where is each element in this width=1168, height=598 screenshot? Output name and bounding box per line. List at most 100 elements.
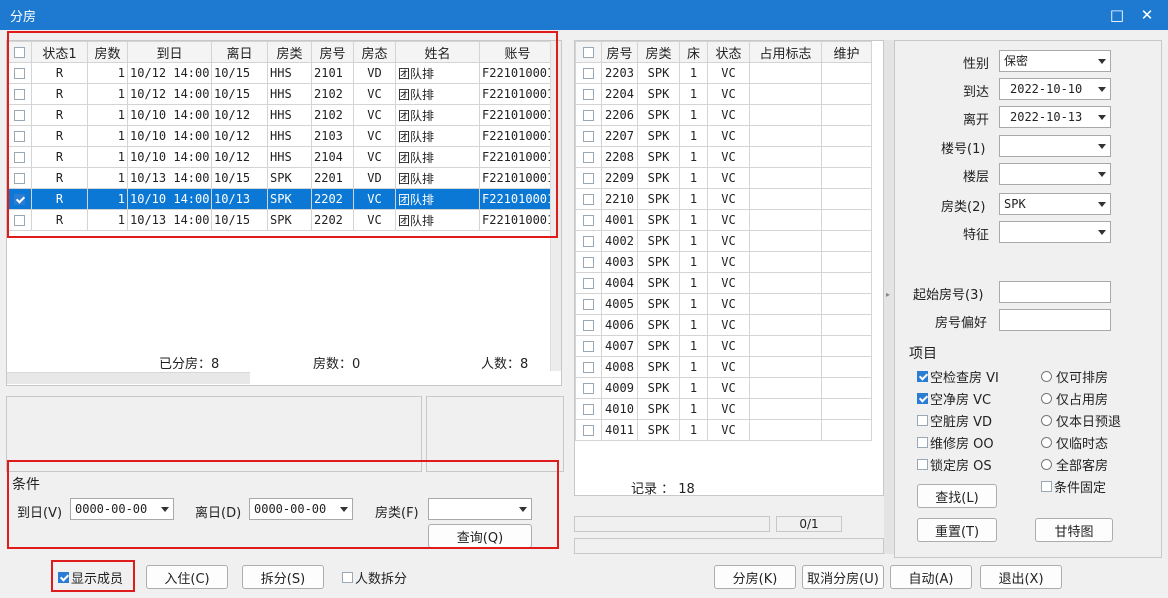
cond-rtype-select[interactable] bbox=[428, 498, 532, 520]
filter-rtype-select[interactable]: SPK bbox=[999, 193, 1111, 215]
room-checkbox[interactable] bbox=[583, 383, 594, 394]
room-state-checkbox[interactable]: 空净房 VC bbox=[917, 389, 991, 408]
col-header-6[interactable]: 房号 bbox=[311, 41, 354, 63]
room-checkbox[interactable] bbox=[583, 131, 594, 142]
room-checkbox[interactable] bbox=[583, 215, 594, 226]
reservation-hscroll[interactable] bbox=[7, 372, 250, 384]
row-checkbox-cell[interactable] bbox=[7, 62, 32, 84]
reset-button[interactable]: 重置(T) bbox=[917, 518, 997, 542]
row-checkbox[interactable] bbox=[14, 131, 25, 142]
select-all-checkbox[interactable] bbox=[14, 46, 25, 58]
room-row[interactable]: 4009 SPK 1 VC bbox=[575, 377, 872, 399]
room-scope-radio[interactable]: 仅本日预退 bbox=[1041, 411, 1121, 430]
cond-depart-date[interactable]: 0000-00-00 bbox=[249, 498, 353, 520]
room-scope-radio[interactable]: 仅可排房 bbox=[1041, 367, 1108, 386]
fixed-condition-checkbox[interactable]: 条件固定 bbox=[1041, 477, 1106, 496]
room-col-header-5[interactable]: 占用标志 bbox=[749, 41, 822, 63]
room-checkbox-cell[interactable] bbox=[575, 209, 602, 231]
room-checkbox-cell[interactable] bbox=[575, 62, 602, 84]
row-checkbox-cell[interactable] bbox=[7, 209, 32, 231]
room-row[interactable]: 4007 SPK 1 VC bbox=[575, 335, 872, 357]
room-col-header-4[interactable]: 状态 bbox=[707, 41, 750, 63]
room-checkbox-cell[interactable] bbox=[575, 188, 602, 210]
depart-date[interactable]: 2022-10-13 bbox=[999, 106, 1111, 128]
room-row[interactable]: 2210 SPK 1 VC bbox=[575, 188, 872, 210]
feature-select[interactable] bbox=[999, 221, 1111, 243]
room-checkbox-cell[interactable] bbox=[575, 419, 602, 441]
room-row[interactable]: 2209 SPK 1 VC bbox=[575, 167, 872, 189]
room-checkbox-cell[interactable] bbox=[575, 251, 602, 273]
room-row[interactable]: 2207 SPK 1 VC bbox=[575, 125, 872, 147]
room-row[interactable]: 2203 SPK 1 VC bbox=[575, 62, 872, 84]
table-row[interactable]: R 1 10/10 14:00 10/12 HHS 2104 VC 团队排 F221010001 bbox=[7, 146, 556, 168]
room-checkbox-cell[interactable] bbox=[575, 293, 602, 315]
row-checkbox[interactable] bbox=[14, 194, 25, 205]
row-checkbox-cell[interactable] bbox=[7, 146, 32, 168]
floor-select[interactable] bbox=[999, 163, 1111, 185]
row-checkbox[interactable] bbox=[14, 89, 25, 100]
room-checkbox[interactable] bbox=[583, 341, 594, 352]
room-checkbox[interactable] bbox=[583, 152, 594, 163]
room-checkbox-cell[interactable] bbox=[575, 335, 602, 357]
exit-button[interactable]: 退出(X) bbox=[980, 565, 1062, 589]
gender-select[interactable]: 保密 bbox=[999, 50, 1111, 72]
room-checkbox[interactable] bbox=[583, 194, 594, 205]
table-row[interactable]: R 1 10/10 14:00 10/13 SPK 2202 VC 团队排 F221010001 bbox=[7, 188, 556, 210]
room-col-header-1[interactable]: 房号 bbox=[601, 41, 638, 63]
table-row[interactable]: R 1 10/13 14:00 10/15 SPK 2201 VD 团队排 F221010001 bbox=[7, 167, 556, 189]
room-col-header-2[interactable]: 房类 bbox=[637, 41, 680, 63]
split-button[interactable]: 拆分(S) bbox=[242, 565, 324, 589]
room-checkbox-cell[interactable] bbox=[575, 356, 602, 378]
room-row[interactable]: 2206 SPK 1 VC bbox=[575, 104, 872, 126]
row-checkbox[interactable] bbox=[14, 173, 25, 184]
room-row[interactable]: 4004 SPK 1 VC bbox=[575, 272, 872, 294]
table-row[interactable]: R 1 10/13 14:00 10/15 SPK 2202 VC 团队排 F221010001 bbox=[7, 209, 556, 231]
row-checkbox[interactable] bbox=[14, 68, 25, 79]
arrive-date[interactable]: 2022-10-10 bbox=[999, 78, 1111, 100]
building-select[interactable] bbox=[999, 135, 1111, 157]
checkin-button[interactable]: 入住(C) bbox=[146, 565, 228, 589]
row-checkbox[interactable] bbox=[14, 152, 25, 163]
room-row[interactable]: 2204 SPK 1 VC bbox=[575, 83, 872, 105]
people-split-checkbox[interactable]: 人数拆分 bbox=[342, 568, 407, 587]
room-row[interactable]: 4003 SPK 1 VC bbox=[575, 251, 872, 273]
room-checkbox[interactable] bbox=[583, 299, 594, 310]
room-checkbox[interactable] bbox=[583, 425, 594, 436]
col-header-2[interactable]: 房数 bbox=[87, 41, 128, 63]
room-scope-radio[interactable]: 全部客房 bbox=[1041, 455, 1108, 474]
auto-button[interactable]: 自动(A) bbox=[890, 565, 972, 589]
room-state-checkbox[interactable]: 空脏房 VD bbox=[917, 411, 992, 430]
reservation-vscroll[interactable] bbox=[550, 41, 561, 371]
room-checkbox[interactable] bbox=[583, 68, 594, 79]
room-row[interactable]: 2208 SPK 1 VC bbox=[575, 146, 872, 168]
room-checkbox[interactable] bbox=[583, 236, 594, 247]
panel-splitter[interactable] bbox=[884, 40, 894, 554]
room-checkbox[interactable] bbox=[583, 257, 594, 268]
room-row[interactable]: 4008 SPK 1 VC bbox=[575, 356, 872, 378]
col-header-7[interactable]: 房态 bbox=[353, 41, 396, 63]
room-checkbox[interactable] bbox=[583, 89, 594, 100]
room-checkbox-cell[interactable] bbox=[575, 167, 602, 189]
gantt-button[interactable]: 甘特图 bbox=[1035, 518, 1113, 542]
room-checkbox-cell[interactable] bbox=[575, 230, 602, 252]
room-checkbox-cell[interactable] bbox=[575, 104, 602, 126]
close-icon[interactable]: ✕ bbox=[1136, 4, 1158, 26]
table-row[interactable]: R 1 10/12 14:00 10/15 HHS 2101 VD 团队排 F221010001 bbox=[7, 62, 556, 84]
row-checkbox-cell[interactable] bbox=[7, 83, 32, 105]
room-state-checkbox[interactable]: 锁定房 OS bbox=[917, 455, 992, 474]
table-row[interactable]: R 1 10/10 14:00 10/12 HHS 2103 VC 团队排 F221010001 bbox=[7, 125, 556, 147]
room-checkbox[interactable] bbox=[583, 404, 594, 415]
room-checkbox[interactable] bbox=[583, 320, 594, 331]
room-state-checkbox[interactable]: 空检查房 VI bbox=[917, 367, 999, 386]
col-header-9[interactable]: 账号 bbox=[479, 41, 556, 63]
room-checkbox-cell[interactable] bbox=[575, 146, 602, 168]
room-row[interactable]: 4001 SPK 1 VC bbox=[575, 209, 872, 231]
find-button[interactable]: 查找(L) bbox=[917, 484, 997, 508]
room-checkbox-cell[interactable] bbox=[575, 398, 602, 420]
col-header-4[interactable]: 离日 bbox=[211, 41, 268, 63]
room-checkbox[interactable] bbox=[583, 173, 594, 184]
show-members-checkbox[interactable]: 显示成员 bbox=[58, 568, 123, 587]
room-row[interactable]: 4006 SPK 1 VC bbox=[575, 314, 872, 336]
room-checkbox-cell[interactable] bbox=[575, 125, 602, 147]
col-header-3[interactable]: 到日 bbox=[127, 41, 212, 63]
